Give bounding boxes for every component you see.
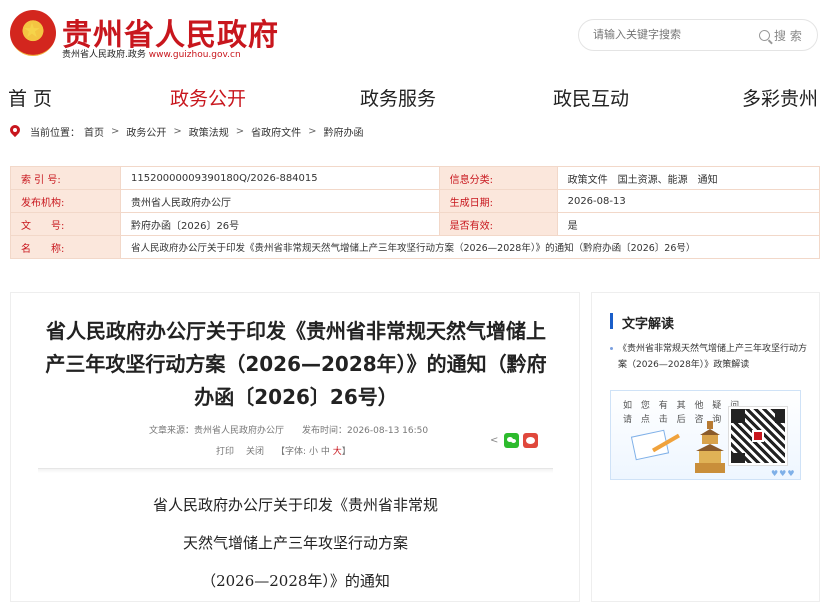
national-emblem-icon[interactable] <box>10 10 56 56</box>
site-url[interactable]: www.guizhou.gov.cn <box>149 50 241 60</box>
side-heading-bar <box>610 313 613 329</box>
breadcrumb-separator: > <box>173 126 182 137</box>
site-subtitle-prefix: 贵州省人民政府.政务 <box>62 50 146 60</box>
article-source: 文章来源：贵州省人民政府办公厅 发布时间：2026-08-13 16:50 <box>149 426 429 436</box>
heart-decoration-icon: ♥♥♥ <box>771 469 796 478</box>
article-title: 省人民政府办公厅关于印发《贵州省非常规天然气增储上 产三年攻坚行动方案（2026… <box>33 315 559 414</box>
share-icon[interactable]: < <box>490 435 500 446</box>
qr-logo-icon <box>752 430 764 442</box>
search-box: 搜 索 <box>578 19 818 51</box>
meta-value-name: 省人民政府办公厅关于印发《贵州省非常规天然气增储上产三年攻坚行动方案（2026—… <box>120 235 820 259</box>
meta-label-publisher: 发布机构: <box>10 189 121 213</box>
nav-item-home[interactable]: 首 页 <box>8 84 52 111</box>
meta-label-doc-number: 文 号: <box>10 212 121 236</box>
breadcrumb-item-home[interactable]: 首页 <box>84 124 104 139</box>
meta-value-index: 11520000009390180Q/2026-884015 <box>120 166 440 190</box>
location-pin-icon <box>10 125 20 138</box>
breadcrumb-item-gov-open[interactable]: 政务公开 <box>126 124 166 139</box>
search-icon <box>759 30 770 41</box>
breadcrumb-prefix: 当前位置： <box>30 128 80 139</box>
font-size-label: 【字体: <box>276 447 307 457</box>
meta-label-index: 索 引 号: <box>10 166 121 190</box>
article-title-line: 办函〔2026〕26号） <box>194 385 398 409</box>
meta-value-valid: 是 <box>556 212 821 236</box>
meta-value-date: 2026-08-13 <box>556 189 821 213</box>
article-title-line: 省人民政府办公厅关于印发《贵州省非常规天然气增储上 <box>46 319 546 343</box>
meta-label-category: 信息分类: <box>438 166 558 190</box>
meta-label-name: 名 称: <box>10 235 121 259</box>
side-panel: 文字解读 《贵州省非常规天然气增储上产三年攻坚行动方案（2026—2028年）》… <box>591 292 820 602</box>
breadcrumb: 当前位置： 首页 > 政务公开 > 政策法规 > 省政府文件 > 黔府办函 <box>10 124 364 139</box>
search-button[interactable]: 搜 索 <box>759 27 802 44</box>
consult-banner[interactable]: 如 您 有 其 他 疑 问 请 点 击 后 咨 询 ♥♥♥ <box>610 390 801 480</box>
nav-item-gov-services[interactable]: 政务服务 <box>360 84 436 111</box>
nav-item-interaction[interactable]: 政民互动 <box>553 84 629 111</box>
interpretation-link[interactable]: 《贵州省非常规天然气增储上产三年攻坚行动方案（2026—2028年）》政策解读 <box>618 341 813 373</box>
site-subtitle: 贵州省人民政府.政务 www.guizhou.gov.cn <box>62 47 241 60</box>
side-heading: 文字解读 <box>622 317 675 332</box>
wechat-icon[interactable] <box>504 433 519 448</box>
document-meta-table: 索 引 号: 11520000009390180Q/2026-884015 信息… <box>10 166 821 259</box>
article-divider-shadow <box>38 469 553 473</box>
meta-row: 名 称: 省人民政府办公厅关于印发《贵州省非常规天然气增储上产三年攻坚行动方案（… <box>10 235 820 259</box>
font-size-medium[interactable]: 中 <box>321 447 330 457</box>
article-tools: 打印 关闭 【字体: 小 中 大】 <box>216 444 351 457</box>
breadcrumb-separator: > <box>235 126 245 137</box>
font-size-small[interactable]: 小 <box>309 447 318 457</box>
site-header: 贵州省人民政府 贵州省人民政府.政务 www.guizhou.gov.cn 搜 … <box>0 0 830 70</box>
search-button-label: 搜 索 <box>774 29 802 43</box>
breadcrumb-item-current[interactable]: 黔府办函 <box>324 124 364 139</box>
article-body-line: 天然气增储上产三年攻坚行动方案 <box>182 534 408 552</box>
breadcrumb-item-policy[interactable]: 政策法规 <box>189 124 229 139</box>
weibo-icon[interactable] <box>523 433 538 448</box>
share-bar: < <box>490 433 538 448</box>
font-size-large[interactable]: 大 <box>333 447 342 457</box>
main-nav: 首 页 政务公开 政务服务 政民互动 多彩贵州 <box>0 76 830 116</box>
meta-label-date: 生成日期: <box>438 189 558 213</box>
print-link[interactable]: 打印 <box>216 444 234 457</box>
close-link[interactable]: 关闭 <box>246 444 264 457</box>
breadcrumb-separator: > <box>111 126 120 137</box>
article-body-line: 省人民政府办公厅关于印发《贵州省非常规 <box>152 496 438 514</box>
article-title-line: 产三年攻坚行动方案（2026—2028年）》的通知（黔府 <box>45 352 547 376</box>
breadcrumb-item-province-docs[interactable]: 省政府文件 <box>251 124 301 139</box>
consult-banner-line: 如 您 有 其 他 疑 问 <box>623 401 743 411</box>
meta-value-doc-number: 黔府办函〔2026〕26号 <box>120 212 440 236</box>
font-size-end: 】 <box>341 447 351 457</box>
page: 贵州省人民政府 贵州省人民政府.政务 www.guizhou.gov.cn 搜 … <box>0 0 830 602</box>
breadcrumb-separator: > <box>308 126 317 137</box>
meta-label-valid: 是否有效: <box>438 212 558 236</box>
nav-item-gov-affairs-open[interactable]: 政务公开 <box>170 84 246 111</box>
pagoda-icon <box>695 421 725 475</box>
meta-value-publisher: 贵州省人民政府办公厅 <box>120 189 440 213</box>
meta-row: 索 引 号: 11520000009390180Q/2026-884015 信息… <box>10 166 821 190</box>
search-input[interactable] <box>593 28 753 41</box>
meta-row: 文 号: 黔府办函〔2026〕26号 是否有效: 是 <box>10 212 821 236</box>
article-panel: 省人民政府办公厅关于印发《贵州省非常规天然气增储上 产三年攻坚行动方案（2026… <box>10 292 580 602</box>
article-body-line: （2026—2028年）》的通知 <box>201 572 390 590</box>
meta-value-category: 政策文件 国土资源、能源 通知 <box>556 166 821 190</box>
bullet-icon <box>610 347 613 350</box>
font-size-control: 【字体: 小 中 大】 <box>276 444 351 457</box>
meta-row: 发布机构: 贵州省人民政府办公厅 生成日期: 2026-08-13 <box>10 189 821 213</box>
nav-item-colorful-guizhou[interactable]: 多彩贵州 <box>742 84 818 111</box>
